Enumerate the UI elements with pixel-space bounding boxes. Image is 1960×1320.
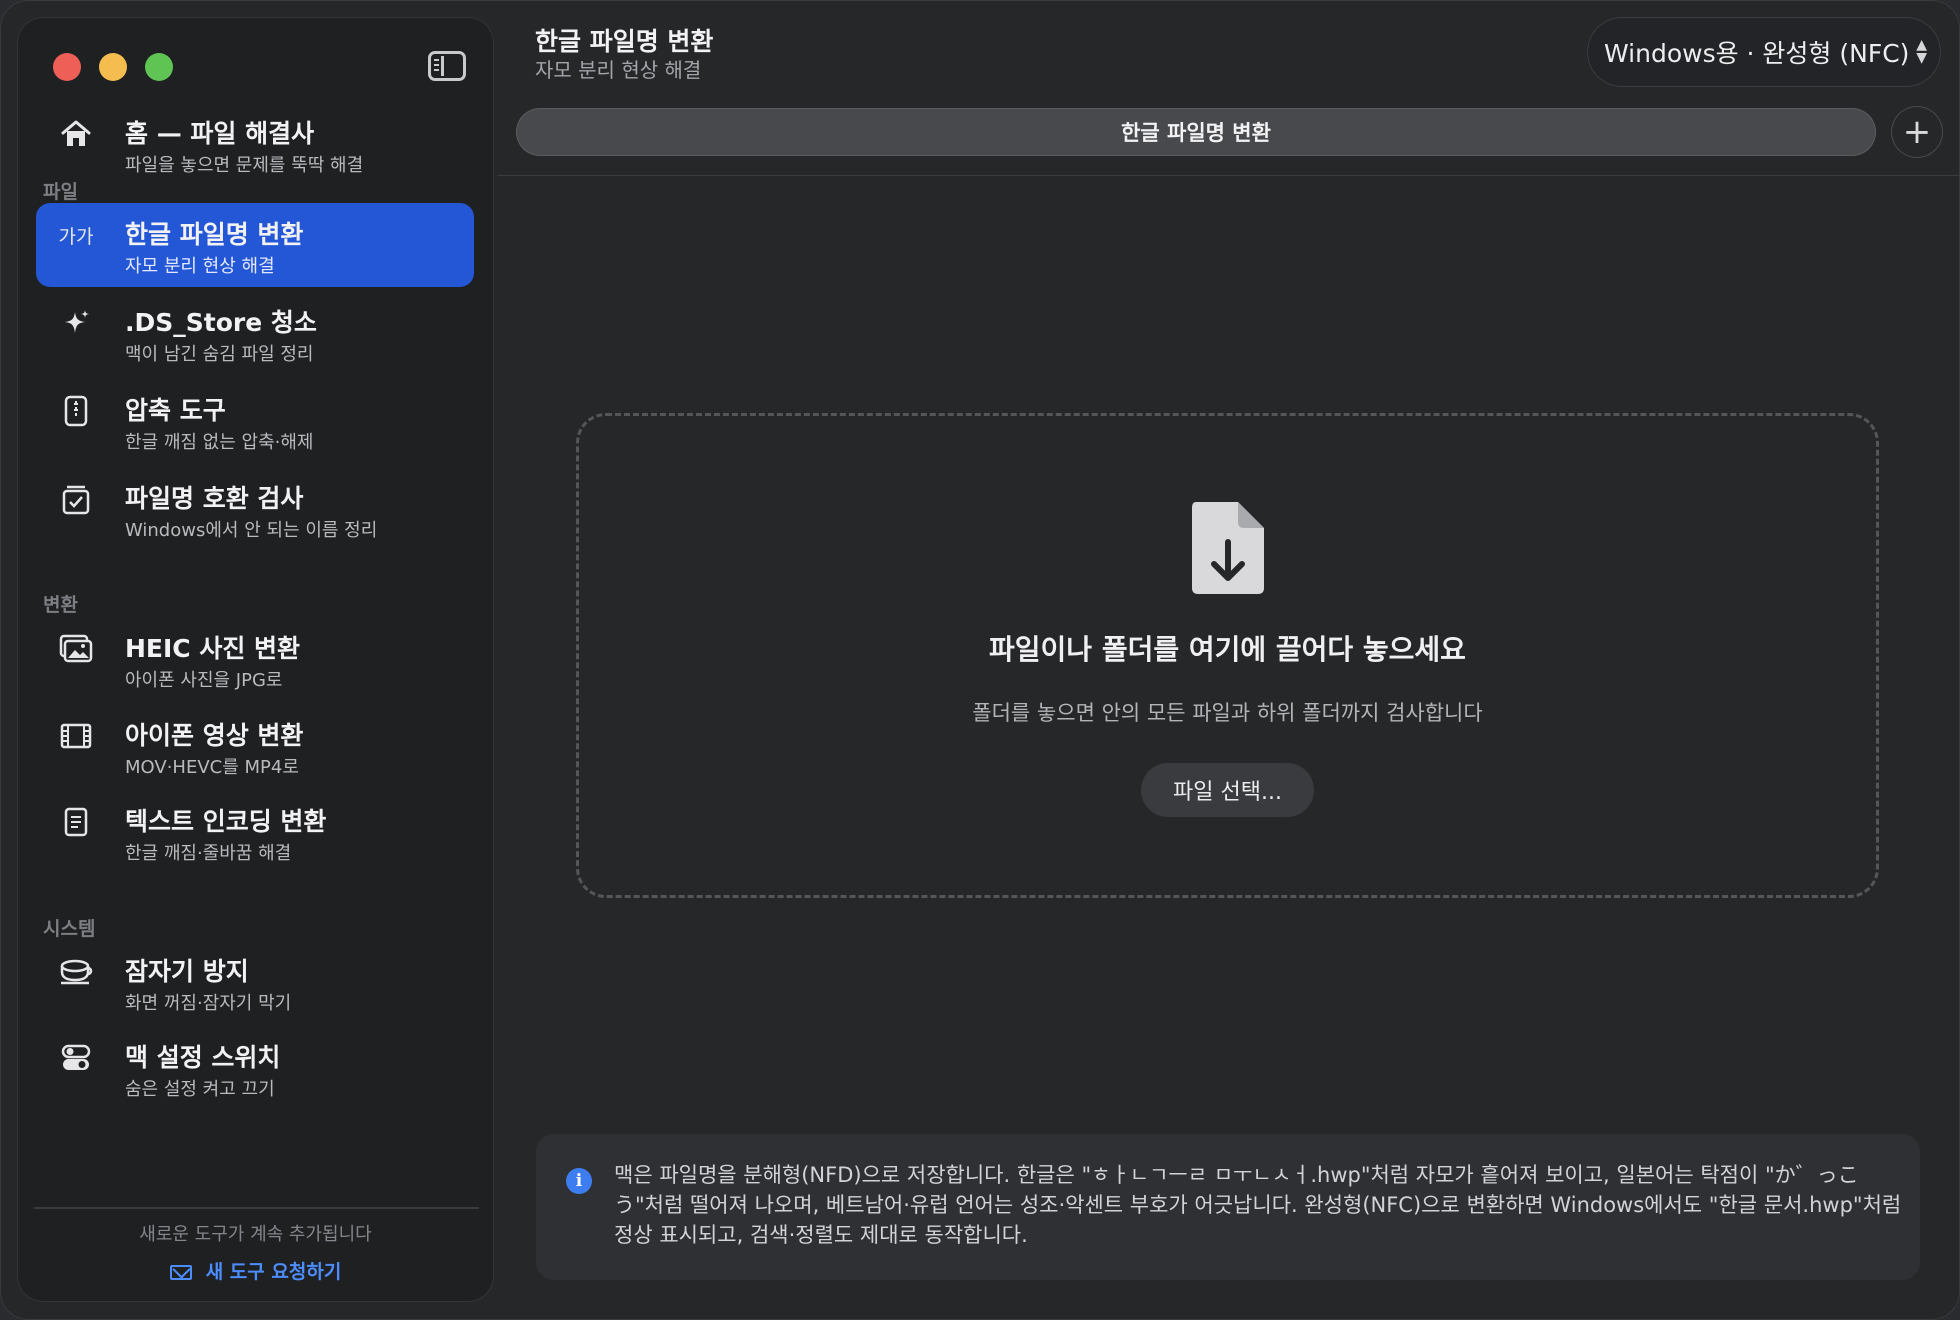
sidebar-item-subtitle: Windows에서 안 되는 이름 정리 <box>125 520 378 541</box>
request-tool-label: 새 도구 요청하기 <box>205 1261 342 1283</box>
app-window: 홈 — 파일 해결사 파일을 놓으면 문제를 뚝딱 해결 파일 가가 한글 파일… <box>0 0 1960 1320</box>
sidebar-item-subtitle: 한글 깨짐·줄바꿈 해결 <box>125 843 292 864</box>
choose-file-button[interactable]: 파일 선택... <box>1141 763 1314 817</box>
chevron-up-down-icon: ▲ ▼ <box>1916 37 1927 66</box>
page-subtitle: 자모 분리 현상 해결 <box>535 58 702 82</box>
sidebar-item-subtitle: 아이폰 사진을 JPG로 <box>125 670 283 691</box>
sidebar-item-title: 잠자기 방지 <box>125 957 249 986</box>
info-text: 맥은 파일명을 분해형(NFD)으로 저장합니다. 한글은 "ㅎㅏㄴㄱㅡㄹ ㅁㅜ… <box>614 1163 1902 1247</box>
sidebar-item-subtitle: 화면 꺼짐·잠자기 막기 <box>125 993 292 1014</box>
sidebar-item-title: 텍스트 인코딩 변환 <box>125 807 327 836</box>
sidebar-item-text-encoding[interactable]: 텍스트 인코딩 변환 한글 깨짐·줄바꿈 해결 <box>36 790 474 874</box>
sidebar-item-title: HEIC 사진 변환 <box>125 634 301 663</box>
sidebar-divider <box>34 1207 479 1209</box>
sidebar-item-title: 한글 파일명 변환 <box>125 220 304 249</box>
add-tab-button[interactable]: + <box>1891 106 1943 158</box>
normalization-mode-select[interactable]: Windows용 · 완성형 (NFC) ▲ ▼ <box>1587 17 1941 87</box>
sidebar-item-title: 아이폰 영상 변환 <box>125 721 304 750</box>
sidebar-item-filename-check[interactable]: 파일명 호환 검사 Windows에서 안 되는 이름 정리 <box>36 467 474 551</box>
sidebar-item-home[interactable]: 홈 — 파일 해결사 파일을 놓으면 문제를 뚝딱 해결 <box>36 102 474 186</box>
sidebar: 홈 — 파일 해결사 파일을 놓으면 문제를 뚝딱 해결 파일 가가 한글 파일… <box>17 17 494 1302</box>
coffee-cup-icon <box>58 954 94 990</box>
sidebar-item-ds-store[interactable]: .DS_Store 청소 맥이 남긴 숨김 파일 정리 <box>36 291 474 375</box>
minimize-window-button[interactable] <box>99 53 127 81</box>
sidebar-toggle-icon[interactable] <box>428 51 466 81</box>
close-window-button[interactable] <box>53 53 81 81</box>
sidebar-item-prevent-sleep[interactable]: 잠자기 방지 화면 꺼짐·잠자기 막기 <box>36 940 474 1024</box>
mode-select-value: Windows용 · 완성형 (NFC) <box>1604 39 1910 68</box>
document-download-icon <box>1188 498 1268 602</box>
sidebar-item-heic[interactable]: HEIC 사진 변환 아이폰 사진을 JPG로 <box>36 617 474 701</box>
section-label-convert: 변환 <box>43 594 78 616</box>
section-label-system: 시스템 <box>43 918 96 940</box>
drop-zone-title: 파일이나 폴더를 여기에 끌어다 놓으세요 <box>989 633 1466 666</box>
sidebar-item-video[interactable]: 아이폰 영상 변환 MOV·HEVC를 MP4로 <box>36 704 474 788</box>
zip-icon <box>58 393 94 429</box>
sidebar-item-subtitle: 파일을 놓으면 문제를 뚝딱 해결 <box>125 155 364 176</box>
sparkle-icon <box>58 305 94 341</box>
sidebar-item-title: 맥 설정 스위치 <box>125 1043 281 1072</box>
info-box: i 맥은 파일명을 분해형(NFD)으로 저장합니다. 한글은 "ㅎㅏㄴㄱㅡㄹ … <box>536 1134 1920 1280</box>
sidebar-item-title: .DS_Store 청소 <box>125 308 317 337</box>
checklist-icon <box>58 481 94 517</box>
info-icon: i <box>566 1168 592 1194</box>
toggles-icon <box>58 1040 94 1076</box>
sidebar-item-mac-settings[interactable]: 맥 설정 스위치 숨은 설정 켜고 끄기 <box>36 1026 474 1110</box>
house-icon <box>58 116 94 152</box>
sidebar-item-subtitle: MOV·HEVC를 MP4로 <box>125 757 299 778</box>
request-tool-link[interactable]: 새 도구 요청하기 <box>17 1257 494 1284</box>
photos-icon <box>58 631 94 667</box>
sidebar-item-subtitle: 숨은 설정 켜고 끄기 <box>125 1079 275 1100</box>
header-divider <box>497 175 1960 176</box>
envelope-icon <box>169 1265 192 1280</box>
footer-note: 새로운 도구가 계속 추가됩니다 <box>139 1224 372 1245</box>
sidebar-item-hangul-filename[interactable]: 가가 한글 파일명 변환 자모 분리 현상 해결 <box>36 203 474 287</box>
tab-hangul-filename[interactable]: 한글 파일명 변환 <box>516 108 1876 156</box>
sidebar-item-subtitle: 한글 깨짐 없는 압축·해제 <box>125 432 314 453</box>
page-title: 한글 파일명 변환 <box>535 27 714 56</box>
sidebar-item-subtitle: 맥이 남긴 숨김 파일 정리 <box>125 344 314 365</box>
sidebar-item-title: 홈 — 파일 해결사 <box>125 119 315 148</box>
sidebar-item-subtitle: 자모 분리 현상 해결 <box>125 256 275 277</box>
zoom-window-button[interactable] <box>145 53 173 81</box>
sidebar-item-archive[interactable]: 압축 도구 한글 깨짐 없는 압축·해제 <box>36 379 474 463</box>
sidebar-item-title: 파일명 호환 검사 <box>125 484 304 513</box>
sidebar-item-title: 압축 도구 <box>125 396 226 425</box>
document-icon <box>58 804 94 840</box>
hangul-icon: 가가 <box>58 225 94 248</box>
film-icon <box>58 718 94 754</box>
drop-zone-subtitle: 폴더를 놓으면 안의 모든 파일과 하위 폴더까지 검사합니다 <box>972 701 1483 725</box>
window-controls <box>53 53 173 81</box>
section-label-file: 파일 <box>43 181 78 203</box>
